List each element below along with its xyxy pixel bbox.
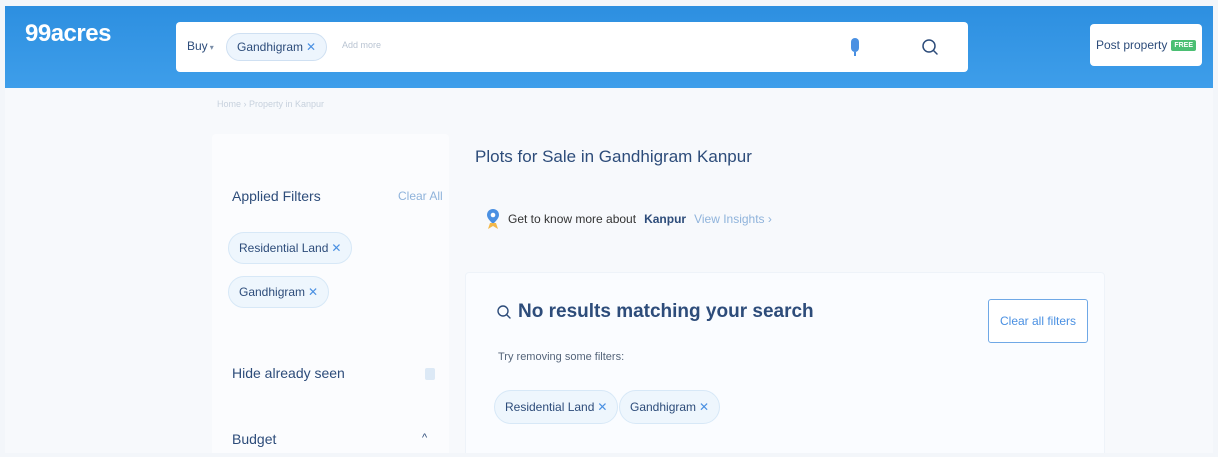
no-results-card: No results matching your search Try remo… (465, 272, 1105, 453)
clear-all-filters-button[interactable]: Clear all filters (988, 299, 1088, 343)
buy-label: Buy (187, 39, 208, 53)
location-chip-label: Gandhigram (237, 40, 304, 54)
location-chip[interactable]: Gandhigram ✕ (226, 33, 328, 61)
filter-chip-label: Gandhigram (239, 285, 306, 299)
page-frame: 99acres Buy ▾ Gandhigram ✕ Add more Post p… (5, 6, 1213, 453)
insights-prefix: Get to know more about (508, 212, 637, 226)
search-input[interactable]: Add more (342, 40, 381, 50)
view-insights-link[interactable]: View Insights › (694, 212, 772, 226)
applied-filters-title: Applied Filters (232, 188, 321, 204)
page-title: Plots for Sale in Gandhigram Kanpur (475, 147, 752, 166)
close-icon[interactable]: ✕ (308, 285, 318, 299)
hide-already-seen-label: Hide already seen (232, 365, 345, 381)
remove-chip-label: Residential Land (505, 400, 595, 414)
chevron-down-icon: ▾ (209, 43, 214, 52)
buy-dropdown[interactable]: Buy ▾ (187, 39, 214, 53)
chevron-up-icon[interactable]: ^ (422, 432, 427, 444)
filter-chip-label: Residential Land (239, 241, 329, 255)
location-pin-icon (487, 209, 499, 229)
search-icon (497, 305, 511, 319)
close-icon[interactable]: ✕ (597, 400, 607, 414)
post-property-label: Post property (1095, 38, 1168, 52)
insights-row: Get to know more about Kanpur View Insig… (486, 208, 772, 230)
remove-filter-chip-gandhigram[interactable]: Gandhigram ✕ (619, 390, 721, 424)
try-removing-text: Try removing some filters: (498, 351, 625, 363)
filters-sidebar: Applied Filters Clear All Residential La… (212, 134, 449, 453)
remove-filter-chip-residential-land[interactable]: Residential Land ✕ (494, 390, 619, 424)
search-icon[interactable] (919, 36, 941, 58)
breadcrumb[interactable]: Home › Property in Kanpur (217, 99, 324, 109)
insights-city: Kanpur (644, 212, 687, 226)
top-header: 99acres Buy ▾ Gandhigram ✕ Add more Post p… (5, 6, 1213, 88)
microphone-icon[interactable] (851, 38, 859, 56)
search-bar[interactable]: Buy ▾ Gandhigram ✕ Add more (176, 22, 968, 72)
close-icon[interactable]: ✕ (699, 400, 709, 414)
close-icon[interactable]: ✕ (306, 40, 316, 54)
filter-chip-residential-land[interactable]: Residential Land ✕ (228, 232, 353, 264)
no-results-text: No results matching your search (518, 301, 814, 322)
clear-all-link[interactable]: Clear All (398, 189, 443, 203)
hide-seen-toggle[interactable] (425, 368, 435, 380)
view-insights-label: View Insights (694, 212, 765, 226)
chevron-right-icon: › (767, 212, 772, 226)
remove-chip-label: Gandhigram (630, 400, 697, 414)
free-badge: FREE (1171, 39, 1197, 51)
filter-chip-gandhigram[interactable]: Gandhigram ✕ (228, 276, 330, 308)
site-logo[interactable]: 99acres (25, 20, 111, 48)
close-icon[interactable]: ✕ (331, 241, 341, 255)
budget-section-title[interactable]: Budget (232, 431, 276, 447)
post-property-button[interactable]: Post property FREE (1090, 24, 1202, 66)
no-results-heading: No results matching your search (496, 301, 814, 323)
